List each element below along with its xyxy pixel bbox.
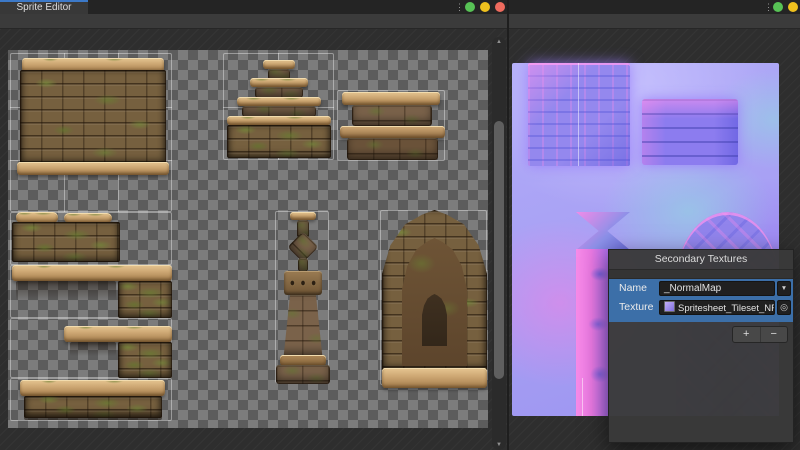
vertical-scrollbar[interactable]: ▲ ▼ [492,37,506,450]
window-menu-icon[interactable]: ⋮ [455,1,464,13]
scrollbar-thumb[interactable] [494,121,504,379]
object-picker-icon: ◎ [780,302,788,312]
scroll-up-icon[interactable]: ▲ [492,38,506,46]
tab-sprite-editor[interactable]: Sprite Editor [0,0,88,14]
slice-grid-line [578,63,579,166]
name-field[interactable]: _NormalMap [659,281,775,296]
name-label: Name [619,281,647,296]
sprite-editor-canvas: ▲ ▼ [0,29,507,450]
remove-entry-button[interactable]: − [761,327,788,342]
texture-label: Texture [619,300,653,315]
sprite-bottom-ledge[interactable] [20,378,168,420]
sprite-large-mossy-wall[interactable] [20,58,166,178]
sprite-stone-platform[interactable] [340,92,445,160]
window-menu-icon-right[interactable]: ⋮ [764,1,773,13]
secondary-textures-panel: Secondary Textures Name _NormalMap ▼ Tex… [608,249,794,443]
window-dot-green[interactable] [465,2,475,12]
chevron-down-icon: ▼ [781,285,787,292]
add-entry-button[interactable]: + [733,327,761,342]
object-picker-button[interactable]: ◎ [777,300,791,315]
window-dot-green-right[interactable] [773,2,783,12]
panel-separator [609,269,793,279]
tab-bar: Sprite Editor ⋮ ⋮ [0,0,800,14]
panel-title: Secondary Textures [609,253,793,265]
texture-object-field[interactable]: Spritesheet_Tileset_NRM [659,300,775,315]
sprite-long-ledge[interactable] [12,265,172,318]
slice-grid-line [582,378,583,416]
window-dot-yellow-right[interactable] [788,2,798,12]
sprite-carved-totem-column[interactable] [276,212,330,384]
texture-thumbnail-icon [664,301,675,312]
sprite-editor-window: Sprite Editor ⋮ ⋮ Sprite Editor▾ Slice▾ … [0,0,800,450]
window-dot-red[interactable] [495,2,505,12]
normal-map-column-top [576,212,630,250]
normal-map-wall [528,63,630,166]
window-dot-yellow[interactable] [480,2,490,12]
name-dropdown-button[interactable]: ▼ [777,281,791,296]
toolbar: Sprite Editor▾ Slice▾ Trim Revert Apply … [0,14,800,29]
add-remove-buttons: + − [732,326,788,343]
sprite-rubble-wall-strip[interactable] [12,212,120,262]
normal-map-platform [642,99,738,165]
scroll-down-icon[interactable]: ▼ [492,441,506,449]
sprite-stepped-pyramid[interactable] [227,60,331,158]
sprite-short-ledge[interactable] [64,326,172,378]
sprite-arched-stone-gate[interactable] [382,210,487,388]
